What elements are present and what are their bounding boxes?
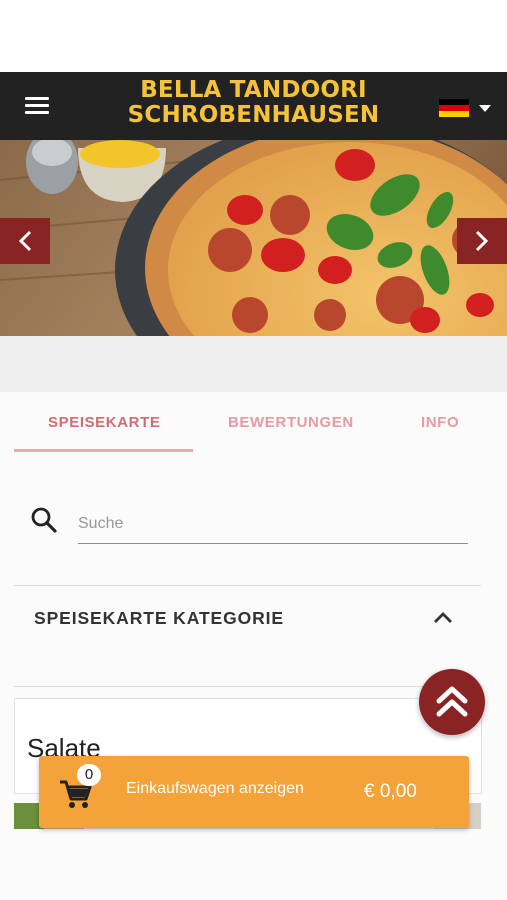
cart-count-badge: 0 bbox=[77, 764, 101, 786]
chevron-left-icon bbox=[18, 230, 32, 252]
chevron-up-icon[interactable] bbox=[432, 610, 454, 624]
divider bbox=[14, 585, 481, 586]
hero-spacer bbox=[0, 336, 507, 392]
category-title: SPEISEKARTE KATEGORIE bbox=[34, 608, 284, 628]
double-chevron-up-icon bbox=[436, 686, 468, 717]
brand-line2: SCHROBENHAUSEN bbox=[127, 102, 380, 128]
hero-image bbox=[0, 140, 507, 336]
chevron-down-icon bbox=[479, 105, 491, 112]
carousel-prev-button[interactable] bbox=[0, 218, 50, 264]
divider bbox=[14, 686, 481, 687]
cart-total: € 0,00 bbox=[364, 781, 417, 802]
brand-line1: BELLA TANDOORI bbox=[140, 77, 367, 103]
hamburger-menu-icon[interactable] bbox=[25, 97, 49, 115]
germany-flag-icon bbox=[439, 99, 469, 117]
search-input[interactable] bbox=[78, 505, 468, 544]
search-icon bbox=[31, 507, 57, 533]
language-selector[interactable] bbox=[439, 99, 495, 117]
scroll-to-top-button[interactable] bbox=[419, 669, 485, 735]
tab-bewertungen[interactable]: BEWERTUNGEN bbox=[228, 414, 354, 431]
tab-speisekarte[interactable]: SPEISEKARTE bbox=[48, 414, 160, 431]
carousel-next-button[interactable] bbox=[457, 218, 507, 264]
cart-label: Einkaufswagen anzeigen bbox=[126, 780, 304, 797]
tab-info[interactable]: INFO bbox=[421, 414, 459, 431]
chevron-right-icon bbox=[475, 230, 489, 252]
restaurant-logo: BELLA TANDOORI SCHROBENHAUSEN bbox=[100, 78, 407, 128]
